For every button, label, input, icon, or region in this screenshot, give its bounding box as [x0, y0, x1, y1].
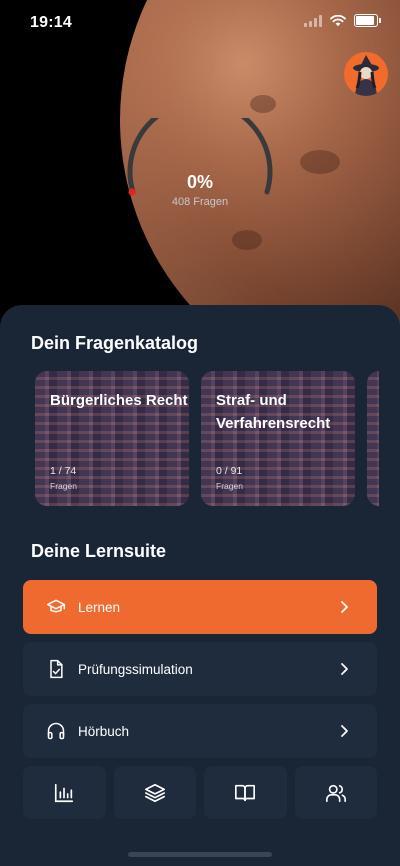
chevron-right-icon [337, 724, 351, 738]
card-title: Bürgerliches Recht [50, 392, 188, 409]
book-button[interactable] [204, 766, 287, 819]
wifi-icon [330, 14, 346, 26]
catalog-carousel[interactable]: Bürgerliches Recht 1 / 74 Fragen Straf- … [35, 371, 379, 506]
progress-percent: 0% [186, 172, 213, 192]
book-open-icon [235, 784, 256, 801]
menu-item-lernen[interactable]: Lernen [23, 580, 377, 634]
profile-avatar[interactable] [344, 52, 388, 96]
community-button[interactable] [294, 766, 377, 819]
menu-item-label: Lernen [78, 599, 121, 615]
layers-icon [144, 783, 165, 802]
card-unit: Fragen [50, 481, 77, 491]
chevron-right-icon [337, 600, 351, 614]
layers-button[interactable] [113, 766, 196, 819]
headphones-icon [46, 721, 66, 741]
crater [250, 95, 276, 113]
catalog-card-buergerliches-recht[interactable]: Bürgerliches Recht 1 / 74 Fragen [35, 371, 189, 506]
catalog-card-straf-und-verfahrensrecht[interactable]: Straf- und Verfahrensrecht 0 / 91 Fragen [201, 371, 355, 506]
status-icons [304, 14, 381, 27]
statistics-button[interactable] [23, 766, 106, 819]
crater [232, 230, 262, 250]
card-unit: Fragen [216, 481, 243, 491]
catalog-card-next[interactable] [367, 371, 379, 506]
menu-item-hoerbuch[interactable]: Hörbuch [23, 704, 377, 758]
bottom-action-bar [23, 766, 377, 819]
file-check-icon [46, 659, 66, 679]
bar-chart-icon [55, 783, 74, 802]
menu-item-pruefungssimulation[interactable]: Prüfungssimulation [23, 642, 377, 696]
status-time: 19:14 [30, 14, 72, 31]
chevron-right-icon [337, 662, 351, 676]
catalog-title: Dein Fragenkatalog [31, 333, 199, 353]
progress-questions-count: 408 Fragen [171, 196, 229, 208]
menu-item-label: Prüfungssimulation [78, 661, 193, 677]
cellular-signal-icon [304, 14, 322, 27]
menu-item-label: Hörbuch [78, 723, 130, 739]
graduation-cap-icon [46, 597, 66, 617]
card-count: 1 / 74 [50, 465, 77, 477]
suite-title: Deine Lernsuite [31, 541, 167, 561]
card-title: Straf- und Verfahrensrecht [216, 392, 331, 432]
status-bar: 19:14 [0, 0, 400, 46]
crater [300, 150, 340, 174]
card-count: 0 / 91 [216, 465, 243, 477]
battery-icon [354, 14, 381, 27]
avatar-figure-icon [353, 55, 379, 96]
home-indicator [128, 852, 272, 857]
users-icon [325, 784, 346, 802]
